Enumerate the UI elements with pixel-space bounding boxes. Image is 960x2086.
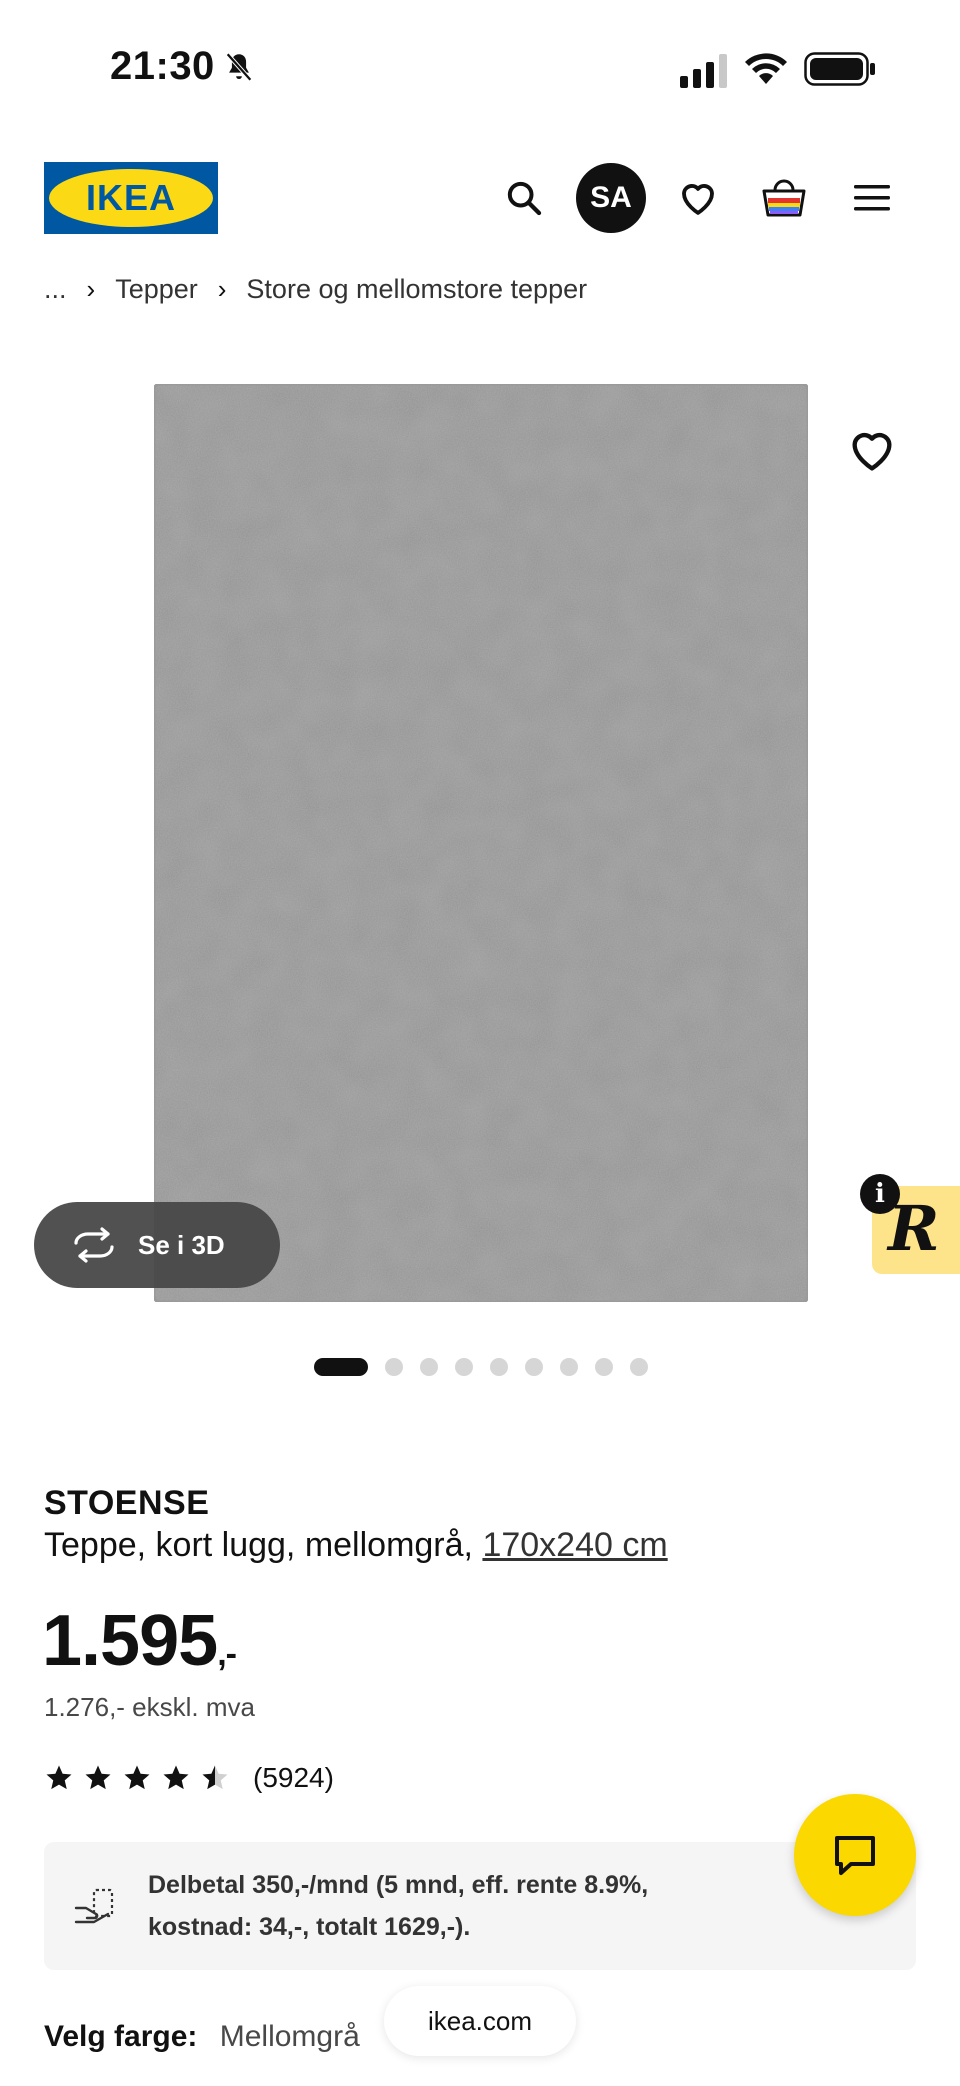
star-full-icon	[85, 1765, 111, 1790]
cart-button[interactable]	[752, 166, 816, 230]
installment-line-1: Delbetal 350,-/mnd (5 mnd, eff. rente 8.…	[148, 1871, 649, 1899]
search-button[interactable]	[492, 166, 556, 230]
installment-text: Delbetal 350,-/mnd (5 mnd, eff. rente 8.…	[148, 1864, 648, 1948]
carousel-dot[interactable]	[385, 1358, 403, 1376]
color-selector[interactable]: Velg farge: Mellomgrå	[44, 2020, 360, 2054]
chevron-right-icon: ›	[86, 274, 96, 304]
carousel-dot[interactable]	[455, 1358, 473, 1376]
product-page: 21:30 IKEA SA ... › Tepper › Store og me…	[0, 0, 960, 2086]
carousel-dot[interactable]	[595, 1358, 613, 1376]
heart-icon	[852, 432, 892, 471]
price-suffix: ,-	[217, 1635, 237, 1673]
carousel-dot[interactable]	[630, 1358, 648, 1376]
chat-button[interactable]	[794, 1794, 916, 1916]
view-3d-label: Se i 3D	[138, 1229, 225, 1260]
installment-line-2: kostnad: 34,-, totalt 1629,-).	[148, 1913, 471, 1941]
hamburger-menu-icon	[854, 185, 890, 211]
product-description-text: Teppe, kort lugg, mellomgrå,	[44, 1526, 473, 1564]
product-description: Teppe, kort lugg, mellomgrå, 170x240 cm	[44, 1526, 668, 1565]
chat-bubble-icon	[835, 1836, 875, 1875]
info-icon[interactable]: i	[860, 1174, 900, 1214]
color-label: Velg farge:	[44, 2020, 198, 2053]
payment-hand-icon	[74, 1888, 114, 1924]
carousel-dot[interactable]	[490, 1358, 508, 1376]
product-rating[interactable]: (5924)	[44, 1762, 334, 1794]
image-carousel-indicator	[314, 1358, 648, 1376]
star-full-icon	[124, 1765, 150, 1790]
favourites-button[interactable]	[666, 166, 730, 230]
shopping-bag-icon	[762, 179, 806, 217]
carousel-dot-active[interactable]	[314, 1358, 368, 1376]
bell-muted-icon	[226, 52, 252, 82]
view-3d-button[interactable]: Se i 3D	[34, 1202, 280, 1288]
breadcrumb-ellipsis[interactable]: ...	[44, 274, 67, 305]
svg-text:IKEA: IKEA	[86, 177, 176, 218]
review-count: (5924)	[253, 1762, 334, 1793]
status-time: 21:30	[110, 44, 215, 88]
battery-icon	[804, 52, 875, 86]
product-size-link[interactable]: 170x240 cm	[482, 1526, 667, 1564]
breadcrumb-item-store-tepper[interactable]: Store og mellomstore tepper	[246, 274, 587, 305]
rotate-3d-icon	[74, 1227, 114, 1263]
product-image-rug[interactable]	[154, 384, 808, 1302]
ikea-logo[interactable]: IKEA	[44, 162, 218, 234]
carousel-dot[interactable]	[525, 1358, 543, 1376]
price-value: 1.595	[42, 1601, 218, 1681]
star-half-icon	[202, 1765, 228, 1790]
chevron-right-icon: ›	[217, 274, 227, 304]
image-favourite-button[interactable]	[846, 424, 898, 476]
star-full-icon	[46, 1765, 72, 1790]
color-value: Mellomgrå	[219, 2020, 360, 2053]
browser-url-bar[interactable]: ikea.com	[384, 1986, 576, 2056]
product-price: 1.595,-	[42, 1600, 237, 1682]
star-full-icon	[163, 1765, 189, 1790]
heart-icon	[682, 184, 714, 215]
wifi-icon	[745, 53, 787, 84]
product-name: STOENSE	[44, 1484, 210, 1522]
breadcrumb: ... › Tepper › Store og mellomstore tepp…	[44, 274, 587, 305]
breadcrumb-item-tepper[interactable]: Tepper	[115, 274, 198, 305]
installment-info-box[interactable]: Delbetal 350,-/mnd (5 mnd, eff. rente 8.…	[44, 1842, 916, 1970]
user-avatar-button[interactable]: SA	[576, 163, 646, 233]
cellular-signal-icon	[680, 54, 727, 88]
carousel-dot[interactable]	[560, 1358, 578, 1376]
search-icon	[507, 181, 542, 216]
status-bar: 21:30	[0, 0, 960, 140]
carousel-dot[interactable]	[420, 1358, 438, 1376]
price-excl-vat: 1.276,- ekskl. mva	[44, 1692, 255, 1722]
menu-button[interactable]	[840, 166, 904, 230]
